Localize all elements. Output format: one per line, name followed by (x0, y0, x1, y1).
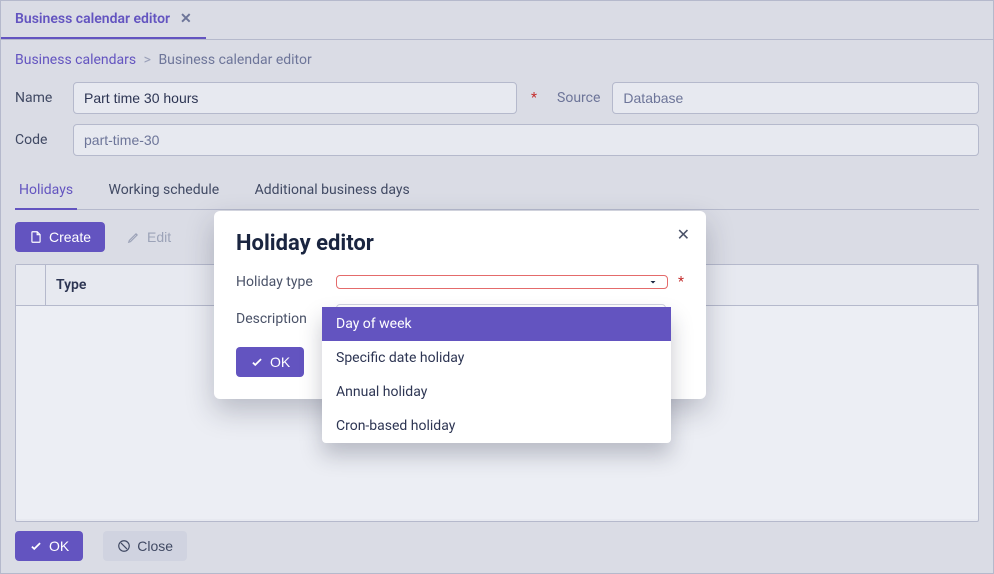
document-icon (29, 230, 43, 244)
name-label: Name (15, 90, 61, 106)
breadcrumb-sep: > (144, 52, 151, 68)
tab-additional[interactable]: Additional business days (251, 174, 414, 208)
create-label: Create (49, 229, 91, 245)
create-button[interactable]: Create (15, 222, 105, 252)
chevron-down-icon (647, 276, 659, 288)
holiday-type-dropdown: Day of week Specific date holiday Annual… (322, 307, 671, 443)
code-label: Code (15, 132, 61, 148)
ok-button[interactable]: OK (15, 531, 83, 561)
breadcrumb-current: Business calendar editor (158, 52, 311, 68)
option-cron[interactable]: Cron-based holiday (322, 409, 671, 443)
name-input[interactable] (73, 82, 517, 114)
dialog-title: Holiday editor (236, 231, 684, 256)
breadcrumb: Business calendars > Business calendar e… (15, 40, 979, 82)
close-icon[interactable]: ✕ (180, 11, 192, 27)
close-button[interactable]: Close (103, 531, 187, 561)
tab-business-calendar-editor[interactable]: Business calendar editor ✕ (1, 1, 206, 39)
tab-title: Business calendar editor (15, 11, 170, 27)
option-specific-date[interactable]: Specific date holiday (322, 341, 671, 375)
description-label: Description (236, 311, 328, 327)
tabstrip: Business calendar editor ✕ (1, 1, 993, 40)
inner-tabs: Holidays Working schedule Additional bus… (15, 174, 979, 210)
pencil-icon (127, 230, 141, 244)
required-indicator: * (678, 274, 684, 290)
edit-button: Edit (113, 222, 185, 252)
check-icon (250, 355, 264, 369)
code-input (73, 124, 979, 156)
option-day-of-week[interactable]: Day of week (322, 307, 671, 341)
edit-label: Edit (147, 229, 171, 245)
tab-schedule[interactable]: Working schedule (105, 174, 224, 208)
dialog-ok-label: OK (270, 354, 290, 370)
holiday-type-select[interactable] (336, 275, 668, 289)
cancel-icon (117, 539, 131, 553)
dialog-ok-button[interactable]: OK (236, 347, 304, 377)
check-icon (29, 539, 43, 553)
source-label: Source (557, 90, 600, 106)
option-annual[interactable]: Annual holiday (322, 375, 671, 409)
tab-holidays[interactable]: Holidays (15, 174, 77, 210)
dialog-close-icon[interactable]: ✕ (677, 225, 690, 244)
holiday-type-label: Holiday type (236, 274, 328, 290)
grid-select-column[interactable] (16, 265, 46, 305)
close-label: Close (137, 538, 173, 554)
source-input (612, 82, 979, 114)
breadcrumb-root[interactable]: Business calendars (15, 52, 136, 68)
ok-label: OK (49, 538, 69, 554)
required-indicator: * (531, 90, 537, 106)
